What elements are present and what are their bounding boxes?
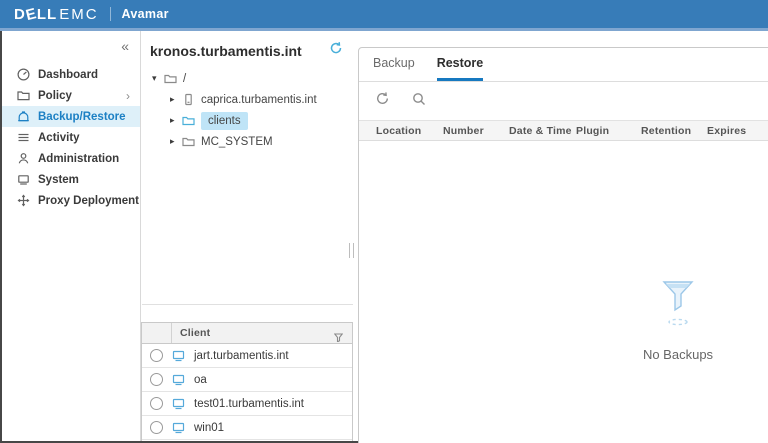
sidebar-item-label: Policy bbox=[38, 89, 72, 102]
caret-right-icon[interactable]: ▸ bbox=[170, 94, 182, 105]
tree-node-label-selected: clients bbox=[201, 111, 248, 130]
backup-restore-detail-panel: Backup Restore Location Number Date & Ti… bbox=[358, 47, 768, 443]
column-date-time[interactable]: Date & Time bbox=[509, 125, 576, 137]
header-strip bbox=[0, 28, 768, 31]
tree-node-label: / bbox=[183, 72, 187, 85]
tree-node-caprica[interactable]: ▸ caprica.turbamentis.int bbox=[142, 89, 353, 110]
folder-icon bbox=[182, 135, 196, 148]
client-row-test01[interactable]: test01.turbamentis.int bbox=[142, 392, 352, 416]
server-icon bbox=[182, 93, 196, 106]
logo-dell: DELL bbox=[14, 4, 58, 24]
radio-button[interactable] bbox=[150, 421, 163, 434]
server-title: kronos.turbamentis.int bbox=[150, 42, 302, 59]
panel-resize-handle[interactable] bbox=[349, 243, 354, 258]
proxy-deployment-icon bbox=[17, 194, 30, 207]
caret-down-icon[interactable]: ▾ bbox=[152, 73, 164, 84]
computer-icon bbox=[172, 374, 186, 386]
computer-icon bbox=[172, 350, 186, 362]
computer-icon bbox=[172, 398, 186, 410]
client-column-header: Client bbox=[180, 327, 211, 339]
backup-restore-icon bbox=[17, 110, 30, 123]
sidebar-nav: Dashboard Policy › Backup/Restore Activi… bbox=[0, 64, 140, 211]
client-name: win01 bbox=[194, 421, 225, 434]
detail-toolbar bbox=[359, 82, 768, 120]
activity-icon bbox=[17, 131, 30, 144]
chevron-right-icon: › bbox=[126, 88, 130, 103]
app-header: DELL EMC Avamar bbox=[0, 0, 768, 28]
column-expires[interactable]: Expires bbox=[707, 125, 768, 137]
sidebar-item-label: Backup/Restore bbox=[38, 110, 126, 123]
sidebar-item-activity[interactable]: Activity bbox=[0, 127, 140, 148]
refresh-icon[interactable] bbox=[329, 41, 343, 60]
sidebar-item-label: Dashboard bbox=[38, 68, 99, 81]
tab-restore[interactable]: Restore bbox=[436, 56, 484, 81]
system-icon bbox=[17, 173, 30, 186]
sidebar-item-dashboard[interactable]: Dashboard bbox=[0, 64, 140, 85]
empty-state-text: No Backups bbox=[642, 347, 714, 362]
client-row-win01[interactable]: win01 bbox=[142, 416, 352, 440]
backup-table-header: Location Number Date & Time Plugin Reten… bbox=[359, 120, 768, 141]
filter-icon[interactable] bbox=[333, 329, 344, 347]
caret-right-icon[interactable]: ▸ bbox=[170, 115, 182, 126]
funnel-icon bbox=[359, 276, 768, 333]
tab-backup[interactable]: Backup bbox=[373, 56, 415, 81]
refresh-icon[interactable] bbox=[375, 91, 390, 111]
app-title: Avamar bbox=[121, 7, 169, 21]
sidebar-item-label: System bbox=[38, 173, 79, 186]
sidebar-item-system[interactable]: System bbox=[0, 169, 140, 190]
sidebar-item-administration[interactable]: Administration bbox=[0, 148, 140, 169]
person-icon bbox=[17, 152, 30, 165]
radio-button[interactable] bbox=[150, 397, 163, 410]
sidebar-item-policy[interactable]: Policy › bbox=[0, 85, 140, 106]
tree-node-mc-system[interactable]: ▸ MC_SYSTEM bbox=[142, 131, 353, 152]
dellemc-logo: DELL EMC bbox=[14, 4, 99, 24]
tree-node-label: MC_SYSTEM bbox=[201, 135, 273, 148]
radio-column-header bbox=[142, 323, 172, 343]
sidebar-item-backup-restore[interactable]: Backup/Restore bbox=[0, 106, 140, 127]
domain-tree: ▾ / ▸ caprica.turbamentis.int ▸ clients … bbox=[142, 68, 353, 152]
detail-tabs: Backup Restore bbox=[359, 48, 768, 82]
client-name: jart.turbamentis.int bbox=[194, 349, 289, 362]
client-table-header: Client bbox=[142, 323, 352, 344]
logo-emc: EMC bbox=[59, 5, 99, 23]
folder-icon bbox=[182, 114, 196, 127]
folder-icon bbox=[17, 89, 30, 102]
sidebar-item-label: Proxy Deployment bbox=[38, 194, 139, 207]
caret-right-icon[interactable]: ▸ bbox=[170, 136, 182, 147]
empty-state: No Backups bbox=[359, 276, 768, 362]
client-row-jart[interactable]: jart.turbamentis.int bbox=[142, 344, 352, 368]
client-table: Client jart.turbamentis.int oa test01.tu… bbox=[141, 322, 353, 443]
folder-icon bbox=[164, 72, 178, 85]
column-plugin[interactable]: Plugin bbox=[576, 125, 641, 137]
client-name: test01.turbamentis.int bbox=[194, 397, 304, 410]
dashboard-icon bbox=[17, 68, 30, 81]
sidebar-item-label: Administration bbox=[38, 152, 120, 165]
tree-node-label: caprica.turbamentis.int bbox=[201, 93, 317, 106]
client-name: oa bbox=[194, 373, 207, 386]
sidebar-item-proxy-deployment[interactable]: Proxy Deployment bbox=[0, 190, 140, 211]
radio-button[interactable] bbox=[150, 349, 163, 362]
tree-node-clients[interactable]: ▸ clients bbox=[142, 110, 353, 131]
sidebar-collapse-icon[interactable]: « bbox=[121, 38, 129, 54]
search-icon[interactable] bbox=[412, 92, 426, 111]
tree-node-root[interactable]: ▾ / bbox=[142, 68, 353, 89]
client-row-oa[interactable]: oa bbox=[142, 368, 352, 392]
column-retention[interactable]: Retention bbox=[641, 125, 707, 137]
domain-tree-panel: kronos.turbamentis.int ▾ / ▸ caprica.tur… bbox=[142, 31, 353, 305]
sidebar: « Dashboard Policy › Backup/Restore Acti bbox=[0, 31, 141, 443]
sidebar-item-label: Activity bbox=[38, 131, 80, 144]
computer-icon bbox=[172, 422, 186, 434]
window-left-edge bbox=[0, 31, 2, 443]
column-number[interactable]: Number bbox=[443, 125, 509, 137]
column-location[interactable]: Location bbox=[376, 125, 443, 137]
header-divider bbox=[109, 7, 111, 21]
radio-button[interactable] bbox=[150, 373, 163, 386]
